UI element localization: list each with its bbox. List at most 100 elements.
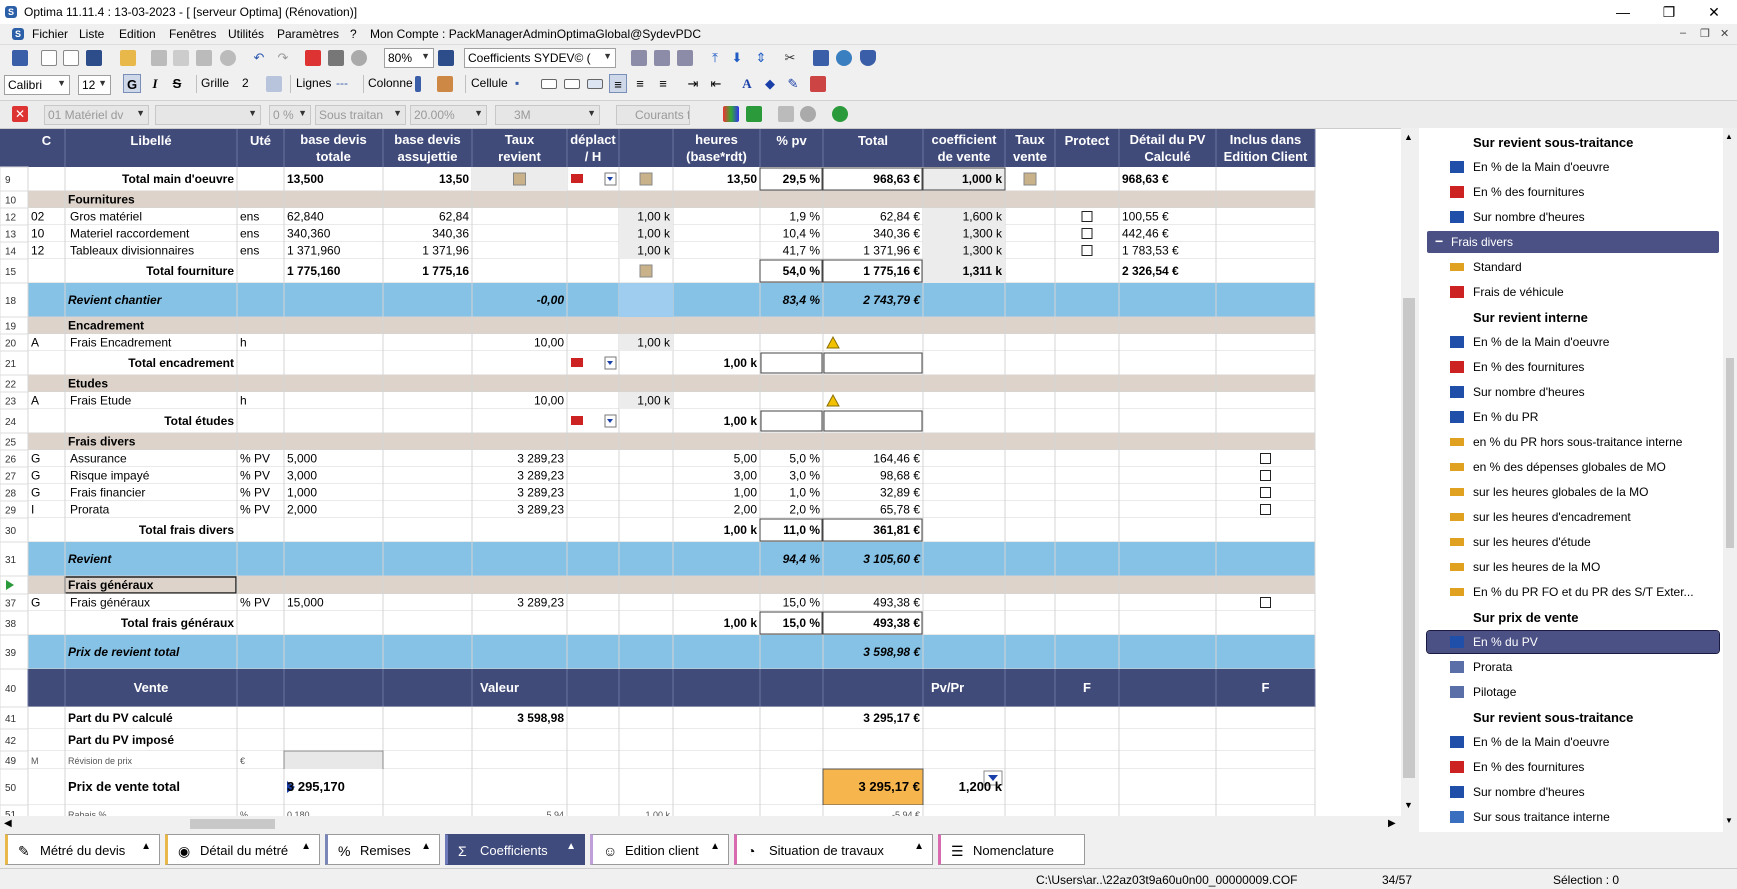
align-center-icon[interactable]: ≡ <box>631 74 649 93</box>
redo-icon[interactable]: ↷ <box>274 48 292 67</box>
move-down-icon[interactable]: ⬇ <box>728 48 746 67</box>
cut-icon[interactable] <box>151 50 167 66</box>
panel-scroll-thumb[interactable] <box>1726 358 1734 548</box>
scroll-thumb[interactable] <box>1403 298 1415 778</box>
panel-scroll-up-icon[interactable]: ▲ <box>1725 132 1733 141</box>
filter-rate-select[interactable]: 20.00% ▼ <box>410 105 487 125</box>
panel-scrollbar[interactable]: ▲ ▼ <box>1723 128 1737 832</box>
close-filter-icon[interactable]: ✕ <box>12 106 28 122</box>
strike-button[interactable]: S <box>168 74 186 93</box>
scroll-down-icon[interactable]: ▼ <box>1404 800 1413 810</box>
colonne-style-icon[interactable] <box>415 76 421 92</box>
link-icon[interactable] <box>778 106 794 122</box>
list-icon-3[interactable] <box>677 50 693 66</box>
doc-icon[interactable]: S <box>12 28 24 40</box>
tab-menu-icon[interactable]: ▲ <box>141 841 151 852</box>
tab-coefficients[interactable]: Σ Coefficients ▲ <box>445 834 585 865</box>
save-coef-icon[interactable] <box>438 50 454 66</box>
color-grid-icon[interactable] <box>437 76 453 92</box>
indent-icon[interactable]: ⇥ <box>684 74 702 93</box>
font-select[interactable]: Calibri ▼ <box>4 75 70 95</box>
tab-menu-icon[interactable]: ▲ <box>421 841 431 852</box>
bold-button[interactable]: G <box>123 74 141 93</box>
pdf-icon[interactable] <box>305 50 321 66</box>
panel-group-frais-divers[interactable]: − Frais divers <box>1427 231 1719 253</box>
panel-item-sur-les-heures-d-encadrement[interactable]: sur les heures d'encadrement <box>1427 506 1729 528</box>
border-icon-2[interactable] <box>564 79 580 89</box>
panel-item-prorata[interactable]: Prorata <box>1427 656 1729 678</box>
hscroll-thumb[interactable] <box>190 819 275 829</box>
copy-doc-icon[interactable] <box>63 50 79 66</box>
menu-help[interactable]: ? <box>350 27 357 41</box>
tab-situation-de-travaux[interactable]: ◔ Situation de travaux ▲ <box>734 834 933 865</box>
open-icon[interactable] <box>120 50 136 66</box>
gear-icon[interactable] <box>800 106 816 122</box>
coefficient-select[interactable]: Coefficients SYDEV© (▼ <box>464 48 616 68</box>
cellule-label[interactable]: Cellule <box>471 76 508 90</box>
list-icon-2[interactable] <box>654 50 670 66</box>
menu-fenetres[interactable]: Fenêtres <box>169 27 216 41</box>
panel-item-en-de-la-main-d-oeuvre[interactable]: En % de la Main d'oeuvre <box>1427 731 1729 753</box>
menu-utilites[interactable]: Utilités <box>228 27 264 41</box>
mdi-minimize-icon[interactable]: – <box>1680 27 1686 39</box>
outdent-icon[interactable]: ⇤ <box>707 74 725 93</box>
panel-item-en-du-pr[interactable]: En % du PR <box>1427 406 1729 428</box>
tools-icon[interactable]: ✂ <box>781 48 799 67</box>
tab-menu-icon[interactable]: ▲ <box>566 841 576 852</box>
color-palette-icon[interactable] <box>723 106 739 122</box>
panel-item-pilotage[interactable]: Pilotage <box>1427 681 1729 703</box>
windows-icon[interactable] <box>12 50 28 66</box>
tab-detail-du-metre[interactable]: ◉ Détail du métré ▲ <box>165 834 320 865</box>
clear-format-icon[interactable] <box>810 76 826 92</box>
menu-parametres[interactable]: Paramètres <box>277 27 339 41</box>
panel-item-sur-les-heures-globales-de-la-mo[interactable]: sur les heures globales de la MO <box>1427 481 1729 503</box>
tab-menu-icon[interactable]: ▲ <box>710 841 720 852</box>
lignes-label[interactable]: Lignes <box>296 76 331 90</box>
panel-item-sur-nombre-d-heures[interactable]: Sur nombre d'heures <box>1427 381 1729 403</box>
font-color-icon[interactable]: A <box>738 74 756 93</box>
preview-icon[interactable] <box>351 50 367 66</box>
border-icon-3[interactable] <box>587 79 603 89</box>
filter-3m-select[interactable]: 3M ▼ <box>495 105 600 125</box>
panel-scroll-down-icon[interactable]: ▼ <box>1725 816 1733 825</box>
panel-item-standard[interactable]: Standard <box>1427 256 1729 278</box>
globe-icon[interactable] <box>836 50 852 66</box>
panel-item-en-des-fournitures[interactable]: En % des fournitures <box>1427 756 1729 778</box>
panel-item-sur-les-heures-de-la-mo[interactable]: sur les heures de la MO <box>1427 556 1729 578</box>
filter-percent-select[interactable]: 0 % ▼ <box>269 105 311 125</box>
tab-nomenclature[interactable]: ☰ Nomenclature <box>938 834 1085 865</box>
refresh-icon[interactable] <box>832 106 848 122</box>
save-icon[interactable] <box>86 50 102 66</box>
italic-button[interactable]: I <box>146 74 164 93</box>
stamp-icon[interactable] <box>220 50 236 66</box>
scroll-right-icon[interactable]: ▶ <box>1388 818 1396 829</box>
menu-edition[interactable]: Edition <box>119 27 156 41</box>
tab-menu-icon[interactable]: ▲ <box>914 841 924 852</box>
filter-soustraitance-select[interactable]: Sous traitan ▼ <box>315 105 406 125</box>
move-updown-icon[interactable]: ⇕ <box>752 48 770 67</box>
move-top-icon[interactable]: ⤒ <box>706 48 724 67</box>
shield-icon[interactable] <box>860 50 876 66</box>
panel-item-frais-de-vehicule[interactable]: Frais de véhicule <box>1427 281 1729 303</box>
print-icon[interactable] <box>328 50 344 66</box>
align-right-icon[interactable]: ≡ <box>654 74 672 93</box>
panel-item-en-des-fournitures[interactable]: En % des fournitures <box>1427 181 1729 203</box>
font-size-select[interactable]: 12 ▼ <box>78 75 111 95</box>
collapse-icon[interactable]: − <box>1435 233 1443 249</box>
panel-item-en-de-la-main-d-oeuvre[interactable]: En % de la Main d'oeuvre <box>1427 156 1729 178</box>
paste-icon[interactable] <box>173 50 189 66</box>
new-icon[interactable] <box>41 50 57 66</box>
panel-item-en-du-pr-hors-sous-traitance-interne[interactable]: en % du PR hors sous-traitance interne <box>1427 431 1729 453</box>
zoom-select[interactable]: 80% ▼ <box>384 48 434 68</box>
menu-fichier[interactable]: Fichier <box>32 27 68 41</box>
colonne-label[interactable]: Colonne <box>368 76 413 90</box>
grid-icon[interactable] <box>266 76 282 92</box>
mdi-restore-icon[interactable]: ❐ <box>1700 27 1710 40</box>
windows-icon-2[interactable] <box>813 50 829 66</box>
tab-metre-du-devis[interactable]: ✎ Métré du devis ▲ <box>5 834 160 865</box>
align-left-icon[interactable]: ≡ <box>609 74 627 93</box>
scroll-up-icon[interactable]: ▲ <box>1404 132 1413 142</box>
panel-item-sur-les-heures-d-etude[interactable]: sur les heures d'étude <box>1427 531 1729 553</box>
panel-item-en-des-depenses-globales-de-mo[interactable]: en % des dépenses globales de MO <box>1427 456 1729 478</box>
border-icon-1[interactable] <box>541 79 557 89</box>
